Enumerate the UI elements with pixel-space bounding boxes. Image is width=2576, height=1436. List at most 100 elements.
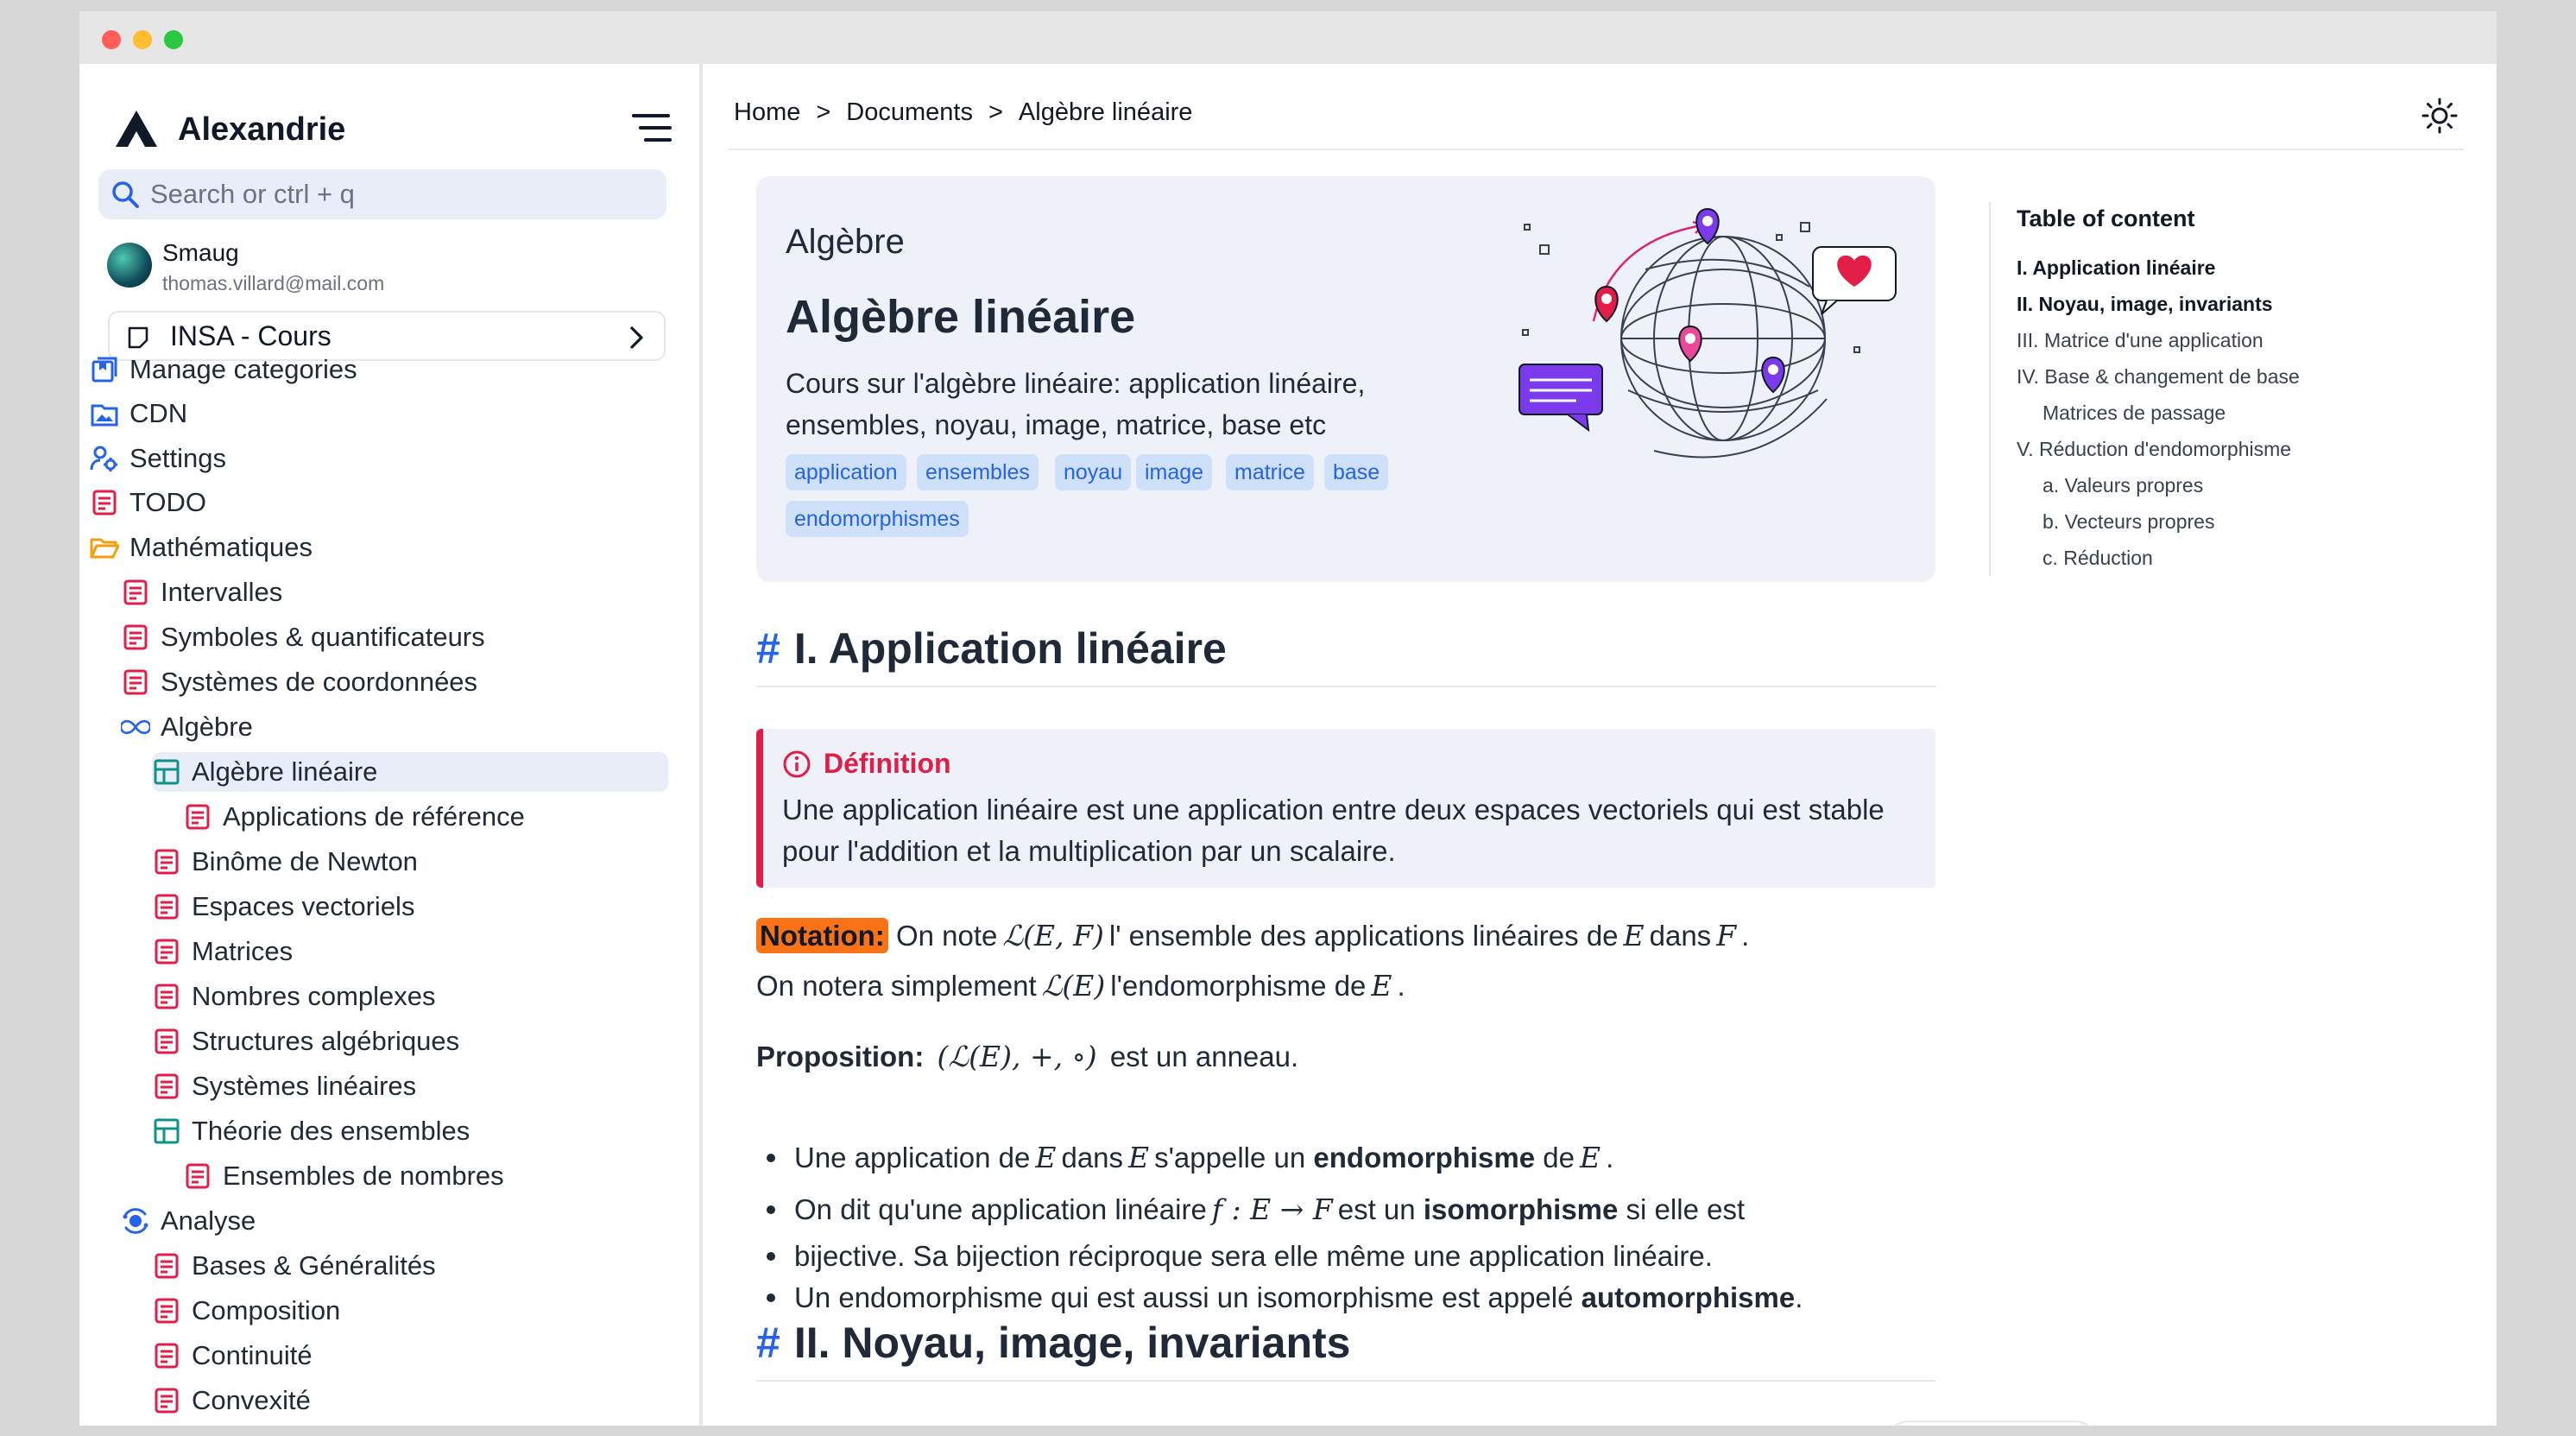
tag-chip[interactable]: base xyxy=(1324,454,1389,490)
sidebar-item-label: Bases & Généralités xyxy=(192,1250,436,1281)
tag-chip[interactable]: matrice xyxy=(1226,454,1314,490)
math-expression: (ℒ(E), +, ∘) xyxy=(937,1040,1097,1073)
zoom-window-button[interactable] xyxy=(164,30,183,49)
layout-icon xyxy=(152,1117,181,1146)
heading-anchor[interactable]: # xyxy=(756,624,780,673)
text-span: On notera simplement xyxy=(756,970,1037,1002)
user-email: thomas.villard@mail.com xyxy=(162,272,385,294)
document-icon xyxy=(121,623,150,652)
sidebar-item[interactable]: Algèbre linéaire xyxy=(152,752,668,792)
close-window-button[interactable] xyxy=(102,30,121,49)
math-expression: ℒ(E, F) xyxy=(1002,919,1104,952)
minimize-window-button[interactable] xyxy=(133,30,152,49)
search-input[interactable]: Search or ctrl + q xyxy=(98,169,666,219)
breadcrumb-home[interactable]: Home xyxy=(734,98,800,127)
sidebar-item-label: Nombres complexes xyxy=(192,981,436,1011)
document-icon xyxy=(152,1341,181,1370)
table-of-contents: Table of content I. Application linéaire… xyxy=(1989,202,2438,576)
menu-icon[interactable] xyxy=(630,109,675,147)
sidebar-item[interactable]: Matrices xyxy=(152,932,293,971)
math-expression: ℒ(E) xyxy=(1041,969,1106,1003)
toc-item[interactable]: II. Noyau, image, invariants xyxy=(2017,286,2438,322)
math-expression: E xyxy=(1128,1141,1150,1174)
notation-paragraph-line2: On notera simplement ℒ(E) l'endomorphisme … xyxy=(756,960,1405,1012)
breadcrumb-current[interactable]: Algèbre linéaire xyxy=(1019,98,1193,127)
heading-text: II. Noyau, image, invariants xyxy=(793,1319,1351,1367)
toc-item[interactable]: Matrices de passage xyxy=(2017,395,2438,431)
toc-item[interactable]: I. Application linéaire xyxy=(2017,250,2438,286)
brand[interactable]: Alexandrie xyxy=(114,105,345,154)
sun-icon[interactable] xyxy=(2421,97,2459,135)
toc-item[interactable]: b. Vecteurs propres xyxy=(2017,503,2438,540)
text-span: s'appelle un xyxy=(1154,1142,1306,1173)
math-expression: E xyxy=(1580,1141,1601,1174)
document-category[interactable]: Algèbre xyxy=(786,223,905,262)
tag-chip[interactable]: image xyxy=(1136,454,1213,490)
callout-title: Définition xyxy=(824,748,951,779)
breadcrumb-documents[interactable]: Documents xyxy=(846,98,973,127)
sidebar-item[interactable]: Continuité xyxy=(152,1336,313,1376)
avatar xyxy=(107,243,152,288)
chevron-right-icon xyxy=(630,326,643,349)
sidebar-item-label: Symboles & quantificateurs xyxy=(161,622,485,652)
toc-item[interactable]: a. Valeurs propres xyxy=(2017,467,2438,503)
book-stack-icon xyxy=(90,355,119,384)
math-expression: E xyxy=(1623,919,1645,952)
toc-item[interactable]: III. Matrice d'une application xyxy=(2017,322,2438,358)
list-item: On dit qu'une application linéaire f : E … xyxy=(766,1186,1745,1233)
tag-chip[interactable]: endomorphismes xyxy=(786,501,969,537)
sidebar-item-label: Théorie des ensembles xyxy=(192,1116,470,1146)
sidebar-item-label: Manage categories xyxy=(129,354,357,384)
sidebar-item[interactable]: Systèmes linéaires xyxy=(152,1066,416,1106)
tag-chip[interactable]: ensembles xyxy=(917,454,1039,490)
toc-item[interactable]: V. Réduction d'endomorphisme xyxy=(2017,431,2438,467)
document-icon xyxy=(152,1386,181,1415)
layout-icon xyxy=(152,757,181,787)
text-span: . xyxy=(1741,920,1750,952)
sidebar-item[interactable]: Ensembles de nombres xyxy=(183,1156,504,1196)
math-expression: f : E → F xyxy=(1211,1192,1333,1226)
callout-header: Définition xyxy=(782,748,951,780)
sidebar-item[interactable]: Manage categories xyxy=(90,350,357,389)
toc-list: I. Application linéaire II. Noyau, image,… xyxy=(2017,250,2438,576)
sidebar-item-label: Convexité xyxy=(192,1385,311,1415)
globe-illustration xyxy=(1518,207,1897,459)
text-span: de xyxy=(1543,1142,1575,1173)
heading-rule xyxy=(756,1380,1935,1382)
bold-term: automorphisme xyxy=(1581,1281,1796,1313)
sidebar-item-label: CDN xyxy=(129,398,188,428)
document-icon xyxy=(152,1072,181,1101)
user-name: Smaug xyxy=(162,239,239,266)
text-span: On dit qu'une application linéaire xyxy=(794,1193,1207,1225)
toc-item[interactable]: IV. Base & changement de base xyxy=(2017,358,2438,395)
sidebar-item[interactable]: Espaces vectoriels xyxy=(152,887,414,927)
sidebar-item-label: Settings xyxy=(129,443,227,473)
document-icon xyxy=(152,1296,181,1325)
sidebar-item[interactable]: Bases & Généralités xyxy=(152,1246,436,1286)
sidebar-item[interactable]: Convexité xyxy=(152,1381,311,1420)
tag-chip[interactable]: noyau xyxy=(1055,454,1132,490)
sidebar-item[interactable]: Nombres complexes xyxy=(152,977,436,1016)
toc-item[interactable]: c. Réduction xyxy=(2017,540,2438,576)
sidebar-item[interactable]: Intervalles xyxy=(121,573,282,612)
tag-chip[interactable]: application xyxy=(786,454,906,490)
sidebar-item[interactable]: Structures algébriques xyxy=(152,1022,459,1061)
sidebar-item[interactable]: Applications de référence xyxy=(183,797,525,837)
document-icon xyxy=(152,1251,181,1281)
sidebar-item[interactable]: Analyse xyxy=(121,1201,256,1241)
sidebar-item[interactable]: Composition xyxy=(152,1291,340,1331)
app-window: Alexandrie Search or ctrl + q Smaug thom… xyxy=(79,11,2497,1426)
sidebar-item[interactable]: TODO xyxy=(90,483,206,522)
sidebar-item[interactable]: Settings xyxy=(90,439,226,478)
sidebar-item[interactable]: Mathématiques xyxy=(90,528,313,567)
sidebar-item-label: Structures algébriques xyxy=(192,1026,460,1056)
sidebar-item[interactable]: Systèmes de coordonnées xyxy=(121,662,477,702)
sidebar-item[interactable]: Symboles & quantificateurs xyxy=(121,617,485,657)
heading-anchor[interactable]: # xyxy=(756,1319,780,1367)
sidebar-item[interactable]: CDN xyxy=(90,394,187,433)
sidebar-item[interactable]: Algèbre xyxy=(119,707,253,747)
sidebar-item-label: Binôme de Newton xyxy=(192,846,418,876)
sidebar-item[interactable]: Théorie des ensembles xyxy=(152,1111,470,1151)
math-expression: E xyxy=(1035,1141,1057,1174)
sidebar-item[interactable]: Binôme de Newton xyxy=(152,842,418,882)
